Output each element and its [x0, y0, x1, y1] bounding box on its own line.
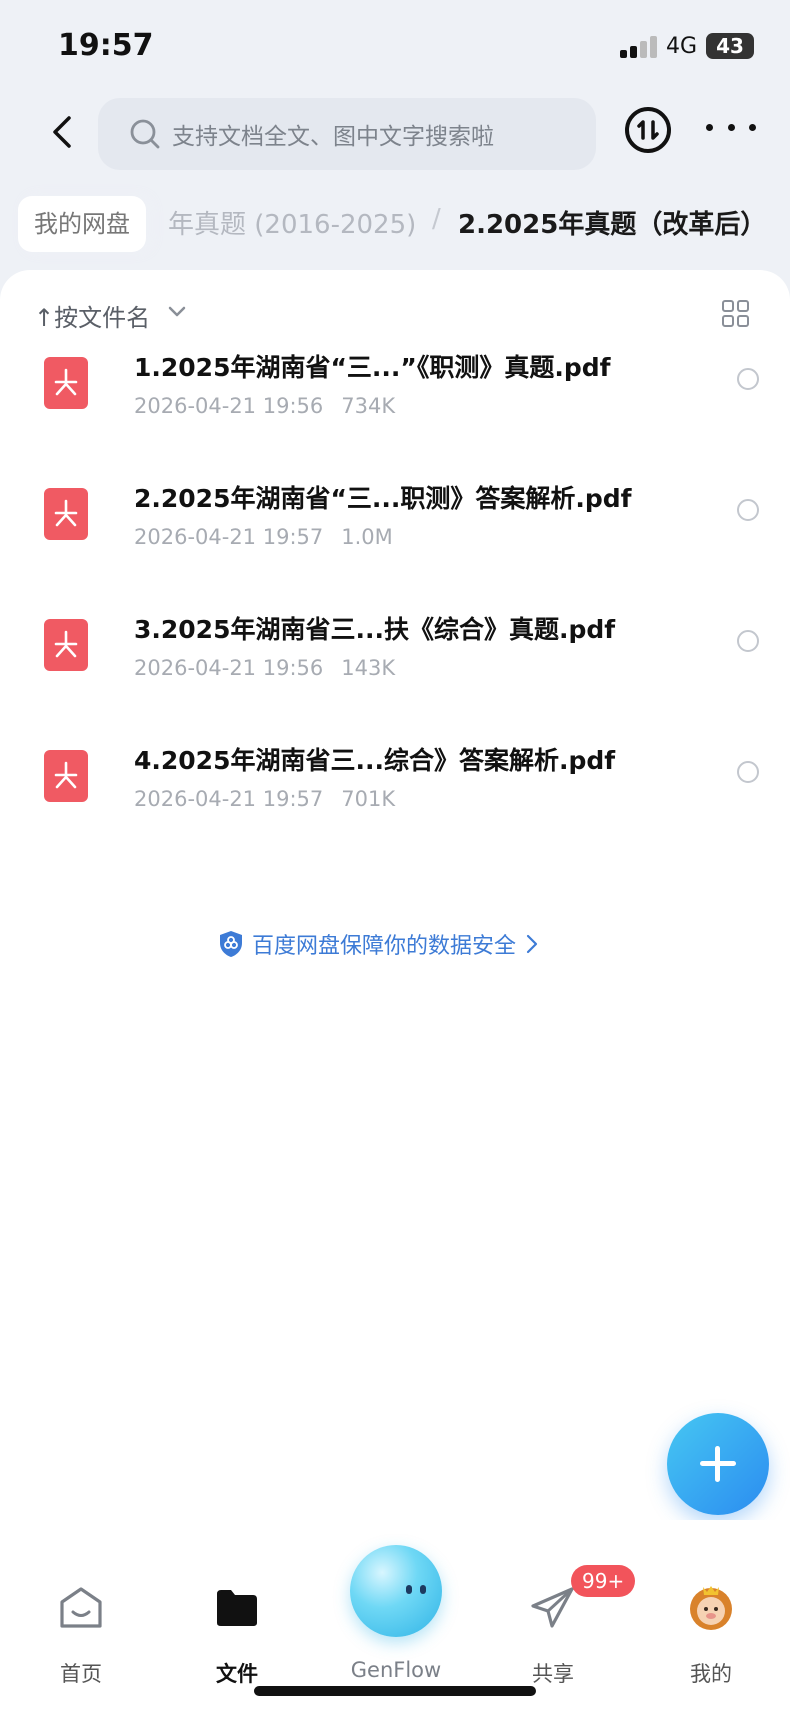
select-checkbox[interactable]: [737, 499, 759, 521]
security-notice[interactable]: 百度网盘保障你的数据安全: [218, 926, 538, 962]
tab-mine[interactable]: 我的: [656, 1550, 766, 1686]
search-icon: [130, 119, 160, 149]
genflow-avatar-icon: [350, 1545, 442, 1637]
pdf-file-icon: [44, 750, 88, 802]
grid-view-icon[interactable]: [722, 300, 750, 328]
status-bar: 19:57 4G 43: [0, 0, 790, 90]
file-meta: 2026-04-21 19:56 734K: [134, 394, 395, 418]
pdf-file-icon: [44, 619, 88, 671]
file-row[interactable]: 3.2025年湖南省三...扶《综合》真题.pdf 2026-04-21 19:5…: [0, 594, 790, 724]
top-bar: 支持文档全文、图中文字搜索啦: [0, 92, 790, 172]
folder-icon: [217, 1590, 257, 1626]
file-date: 2026-04-21 19:56: [134, 656, 324, 680]
file-name: 1.2025年湖南省“三...”《职测》真题.pdf: [134, 353, 611, 382]
avatar-icon: [690, 1586, 732, 1630]
file-date: 2026-04-21 19:57: [134, 525, 324, 549]
file-size: 701K: [341, 787, 396, 811]
file-size: 143K: [341, 656, 396, 680]
breadcrumb: 年真题 (2016-2025) / 2.2025年真题（改革后） 我的网盘: [0, 196, 790, 256]
paper-plane-icon: [531, 1587, 574, 1628]
select-checkbox[interactable]: [737, 630, 759, 652]
file-meta: 2026-04-21 19:56 143K: [134, 656, 395, 680]
breadcrumb-current: 2.2025年真题（改革后）: [458, 210, 767, 240]
battery-level: 43: [706, 33, 754, 59]
search-placeholder: 支持文档全文、图中文字搜索啦: [172, 124, 494, 150]
pdf-file-icon: [44, 357, 88, 409]
file-size: 1.0M: [341, 525, 393, 549]
tab-home[interactable]: 首页: [26, 1550, 136, 1686]
transfer-button[interactable]: [625, 107, 671, 153]
bottom-tab-bar: 首页 文件 GenFlow 共享 99+ 我的: [0, 1520, 790, 1686]
share-badge: 99+: [571, 1565, 636, 1597]
tab-files-label: 文件: [216, 1662, 258, 1686]
chevron-down-icon[interactable]: [166, 302, 188, 322]
breadcrumb-home[interactable]: 我的网盘: [18, 196, 146, 252]
sort-button[interactable]: ↑按文件名: [34, 298, 150, 333]
shield-icon: [220, 931, 242, 957]
home-indicator: [254, 1686, 536, 1696]
select-checkbox[interactable]: [737, 761, 759, 783]
file-row[interactable]: 4.2025年湖南省三...综合》答案解析.pdf 2026-04-21 19:5…: [0, 725, 790, 855]
tab-mine-label: 我的: [690, 1662, 732, 1686]
file-row[interactable]: 2.2025年湖南省“三...职测》答案解析.pdf 2026-04-21 19:…: [0, 463, 790, 593]
back-button[interactable]: [42, 107, 82, 157]
tab-files[interactable]: 文件: [182, 1550, 292, 1686]
more-dot-icon: [727, 123, 735, 131]
file-name: 2.2025年湖南省“三...职测》答案解析.pdf: [134, 484, 632, 513]
file-meta: 2026-04-21 19:57 1.0M: [134, 525, 393, 549]
more-button[interactable]: [706, 112, 756, 142]
tab-home-label: 首页: [60, 1662, 102, 1686]
security-notice-text: 百度网盘保障你的数据安全: [252, 934, 517, 959]
pdf-file-icon: [44, 488, 88, 540]
select-checkbox[interactable]: [737, 368, 759, 390]
file-name: 4.2025年湖南省三...综合》答案解析.pdf: [134, 746, 616, 775]
search-input[interactable]: 支持文档全文、图中文字搜索啦: [98, 98, 596, 170]
status-time: 19:57: [58, 28, 154, 63]
chevron-left-icon: [53, 116, 71, 148]
file-list-panel: ↑按文件名 1.2025年湖南省“三...”《职测》真题.pdf 2026-04-…: [0, 270, 790, 1710]
file-name: 3.2025年湖南省三...扶《综合》真题.pdf: [134, 615, 616, 644]
transfer-icon: [637, 120, 659, 140]
file-meta: 2026-04-21 19:57 701K: [134, 787, 395, 811]
file-date: 2026-04-21 19:56: [134, 394, 324, 418]
breadcrumb-parent[interactable]: 年真题 (2016-2025): [168, 204, 416, 241]
breadcrumb-separator: /: [432, 204, 441, 234]
tab-share-label: 共享: [532, 1662, 574, 1686]
more-dot-icon: [749, 123, 756, 131]
tab-genflow-label: GenFlow: [350, 1658, 442, 1682]
home-icon: [60, 1587, 102, 1628]
file-row[interactable]: 1.2025年湖南省“三...”《职测》真题.pdf 2026-04-21 19:…: [0, 332, 790, 462]
file-date: 2026-04-21 19:57: [134, 787, 324, 811]
more-dot-icon: [706, 123, 713, 131]
add-button[interactable]: [667, 1413, 769, 1515]
signal-icon: [620, 36, 660, 58]
file-size: 734K: [341, 394, 396, 418]
chevron-right-icon: [526, 934, 538, 954]
network-type: 4G: [666, 34, 698, 59]
tab-genflow[interactable]: GenFlow: [340, 1545, 452, 1682]
